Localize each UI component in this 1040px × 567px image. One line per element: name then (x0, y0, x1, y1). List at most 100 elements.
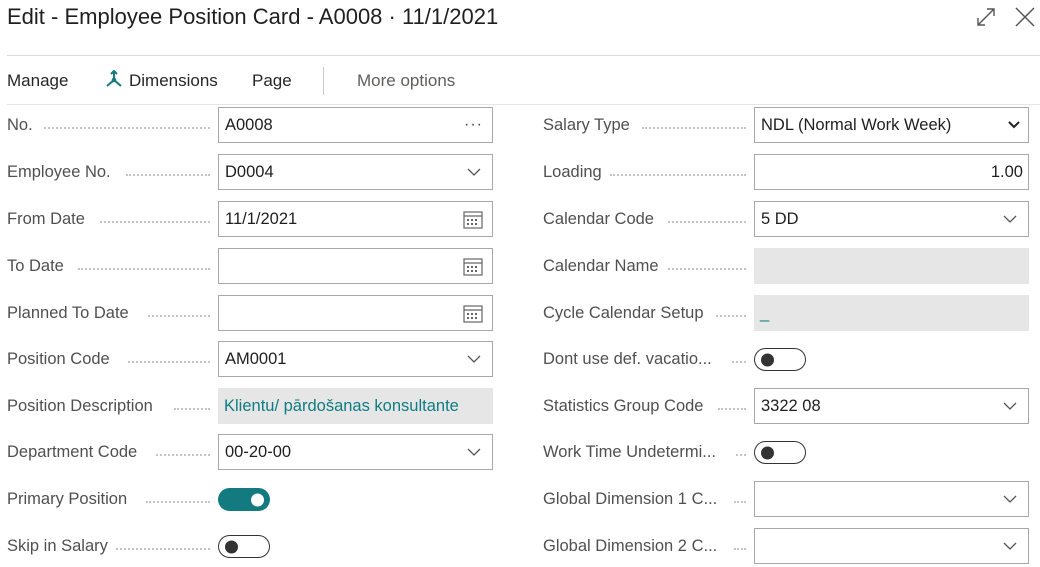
label-leader (128, 361, 210, 363)
calendar-name-field (754, 248, 1029, 284)
field-label: Calendar Code (543, 210, 654, 228)
field-calendar-name: Calendar Name (540, 248, 1035, 284)
cycle-calendar-setup-link[interactable]: _ (754, 295, 1029, 331)
loading-value: 1.00 (990, 163, 1023, 181)
field-label: Skip in Salary (7, 537, 108, 555)
field-dont-use-def-vacation: Dont use def. vacatio... (540, 341, 1035, 377)
title-divider (7, 55, 1040, 56)
calendar-icon[interactable] (463, 257, 483, 276)
more-options-button[interactable]: More options (357, 71, 455, 91)
toggle-knob (761, 353, 774, 366)
field-label: Department Code (7, 443, 138, 461)
global-dimension-2-dropdown[interactable] (754, 528, 1029, 564)
calendar-code-value: 5 DD (761, 210, 799, 228)
label-leader (156, 454, 210, 456)
label-leader (734, 548, 746, 550)
label-leader (126, 174, 210, 176)
title-bar: Edit - Employee Position Card - A0008 · … (0, 0, 1040, 40)
from-date-input[interactable]: 11/1/2021 (218, 201, 493, 237)
field-position-code: Position Code AM0001 (0, 341, 495, 377)
from-date-value: 11/1/2021 (225, 210, 298, 228)
no-value: A0008 (225, 116, 273, 134)
field-label: Salary Type (543, 116, 630, 134)
loading-input[interactable]: 1.00 (754, 154, 1029, 190)
label-leader (734, 501, 746, 503)
chevron-down-icon (467, 168, 481, 176)
field-position-description: Position Description Klientu/ pārdošanas… (0, 388, 495, 424)
field-label: Calendar Name (543, 257, 659, 275)
label-leader (78, 268, 210, 270)
expand-icon[interactable] (974, 6, 998, 28)
cycle-calendar-setup-value: _ (760, 304, 770, 322)
no-input[interactable]: A0008 ··· (218, 107, 493, 143)
more-dots-icon[interactable]: ··· (464, 108, 483, 142)
primary-position-toggle[interactable] (218, 488, 270, 511)
field-skip-in-salary: Skip in Salary (0, 528, 495, 564)
field-label: Primary Position (7, 490, 128, 508)
label-leader (100, 221, 210, 223)
position-code-dropdown[interactable]: AM0001 (218, 341, 493, 377)
label-leader (146, 501, 210, 503)
field-statistics-group-code: Statistics Group Code 3322 08 (540, 388, 1035, 424)
toggle-knob (761, 446, 774, 459)
dont-use-def-vacation-toggle[interactable] (754, 348, 806, 371)
label-leader (44, 127, 210, 129)
position-description-field[interactable]: Klientu/ pārdošanas konsultante (218, 388, 493, 424)
field-label: Position Code (7, 350, 110, 368)
field-global-dimension-2: Global Dimension 2 C... (540, 528, 1035, 564)
position-code-value: AM0001 (225, 350, 287, 368)
label-leader (718, 408, 746, 410)
manage-menu-button[interactable]: Manage (7, 71, 68, 91)
dimensions-icon (106, 70, 122, 87)
field-loading: Loading 1.00 (540, 154, 1035, 190)
label-leader (736, 454, 746, 456)
field-label: Global Dimension 2 C... (543, 537, 718, 555)
label-leader (148, 315, 210, 317)
field-label: From Date (7, 210, 85, 228)
to-date-input[interactable] (218, 248, 493, 284)
department-code-value: 00-20-00 (225, 443, 292, 461)
action-bar: Manage Dimensions Page More options (0, 60, 1040, 102)
label-leader (668, 268, 746, 270)
page-menu-button[interactable]: Page (252, 71, 292, 91)
chevron-down-icon (1008, 121, 1020, 129)
close-icon[interactable] (1013, 6, 1037, 28)
global-dimension-1-dropdown[interactable] (754, 481, 1029, 517)
field-label: Employee No. (7, 163, 111, 181)
calendar-icon[interactable] (463, 210, 483, 229)
page-title: Edit - Employee Position Card - A0008 · … (7, 4, 499, 29)
chevron-down-icon (1003, 215, 1017, 223)
field-label: Global Dimension 1 C... (543, 490, 718, 508)
label-leader (610, 174, 746, 176)
department-code-dropdown[interactable]: 00-20-00 (218, 434, 493, 470)
field-label: Planned To Date (7, 304, 129, 322)
field-to-date: To Date (0, 248, 495, 284)
field-calendar-code: Calendar Code 5 DD (540, 201, 1035, 237)
field-label: Dont use def. vacatio... (543, 350, 712, 368)
calendar-code-dropdown[interactable]: 5 DD (754, 201, 1029, 237)
calendar-icon[interactable] (463, 304, 483, 323)
field-salary-type: Salary Type NDL (Normal Work Week) (540, 107, 1035, 143)
work-time-undetermined-toggle[interactable] (754, 441, 806, 464)
label-leader (732, 361, 746, 363)
skip-in-salary-toggle[interactable] (218, 535, 270, 558)
employee-no-value: D0004 (225, 163, 274, 181)
field-department-code: Department Code 00-20-00 (0, 434, 495, 470)
label-leader (668, 221, 746, 223)
statistics-group-code-dropdown[interactable]: 3322 08 (754, 388, 1029, 424)
label-leader (642, 127, 746, 129)
dimensions-button[interactable]: Dimensions (129, 71, 218, 91)
statistics-group-code-value: 3322 08 (761, 397, 821, 415)
employee-no-dropdown[interactable]: D0004 (218, 154, 493, 190)
field-label: To Date (7, 257, 64, 275)
chevron-down-icon (1003, 495, 1017, 503)
salary-type-select[interactable]: NDL (Normal Work Week) (754, 107, 1029, 143)
field-cycle-calendar-setup: Cycle Calendar Setup _ (540, 295, 1035, 331)
label-leader (116, 548, 210, 550)
action-separator (323, 67, 324, 95)
field-label: Work Time Undetermi... (543, 443, 716, 461)
field-work-time-undetermined: Work Time Undetermi... (540, 434, 1035, 470)
field-label: Loading (543, 163, 602, 181)
planned-to-date-input[interactable] (218, 295, 493, 331)
field-primary-position: Primary Position (0, 481, 495, 517)
